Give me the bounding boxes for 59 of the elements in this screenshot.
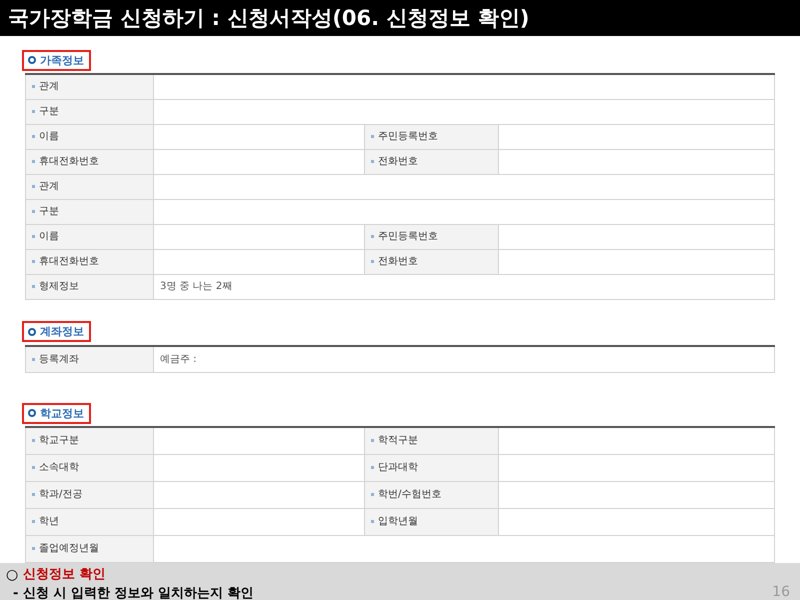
- bullet-icon: [371, 234, 374, 238]
- ring-icon: [28, 409, 36, 417]
- bullet-icon: [32, 546, 35, 550]
- field-label: 구분: [39, 206, 59, 217]
- value-cell: 예금주 :: [154, 346, 774, 372]
- field-label: 등록계좌: [39, 354, 79, 365]
- bullet-icon: [32, 439, 35, 442]
- field-label: 이름: [39, 231, 59, 242]
- field-label: 입학년월: [378, 516, 418, 527]
- bullet-icon: [371, 439, 374, 442]
- field-label: 소속대학: [39, 462, 79, 473]
- ring-icon: [28, 328, 36, 336]
- bullet-icon: [371, 260, 374, 263]
- bullet-icon: [32, 160, 35, 163]
- bullet-icon: [371, 160, 374, 163]
- bullet-icon: [32, 520, 35, 523]
- field-label: 형제정보: [39, 281, 79, 292]
- field-label: 휴대전화번호: [39, 156, 99, 167]
- field-label: 학번/수험번호: [378, 489, 442, 500]
- bullet-icon: [32, 234, 35, 238]
- bullet-icon: [32, 284, 35, 288]
- section-title: 계좌정보: [40, 326, 84, 337]
- field-label: 이름: [39, 131, 59, 142]
- value-cell: 3명 중 나는 2째: [154, 274, 774, 299]
- slide-title: 국가장학금 신청하기 : 신청서작성(06. 신청정보 확인): [0, 0, 800, 36]
- bullet-icon: [32, 358, 35, 361]
- ring-icon: [28, 56, 36, 64]
- field-label: 단과대학: [378, 462, 418, 473]
- field-label: 학년: [39, 516, 59, 527]
- bullet-icon: [32, 210, 35, 213]
- field-label: 전화번호: [378, 156, 418, 167]
- section-title: 학교정보: [40, 408, 84, 418]
- section-title: 가족정보: [40, 54, 84, 66]
- bullet-icon: [32, 184, 35, 188]
- field-label: 구분: [39, 106, 59, 117]
- field-label: 졸업예정년월: [39, 543, 99, 554]
- field-label: 휴대전화번호: [39, 256, 99, 267]
- field-label: 주민등록번호: [378, 231, 438, 242]
- bullet-icon: [32, 466, 35, 469]
- field-label: 학과/전공: [39, 489, 82, 500]
- page-number: 16: [772, 582, 791, 600]
- note-heading: 신청정보 확인: [23, 566, 106, 584]
- field-label: 주민등록번호: [378, 131, 438, 142]
- bullet-icon: [371, 492, 374, 496]
- field-label: 관계: [39, 81, 59, 92]
- bullet-icon: [32, 260, 35, 263]
- field-label: 전화번호: [378, 256, 418, 267]
- note-detail: - 신청 시 입력한 정보와 일치하는지 확인: [12, 584, 254, 600]
- bullet-icon: [371, 520, 374, 523]
- bullet-icon: [32, 110, 35, 113]
- field-label: 학적구분: [378, 435, 418, 446]
- bullet-icon: [32, 492, 35, 496]
- bullet-icon: [371, 134, 374, 138]
- field-label: 관계: [39, 181, 59, 192]
- bullet-icon: [371, 466, 374, 469]
- bullet-icon: [32, 134, 35, 138]
- field-label: 학교구분: [39, 435, 79, 446]
- bullet-icon: [32, 85, 35, 88]
- note-bullet: ○: [6, 566, 18, 584]
